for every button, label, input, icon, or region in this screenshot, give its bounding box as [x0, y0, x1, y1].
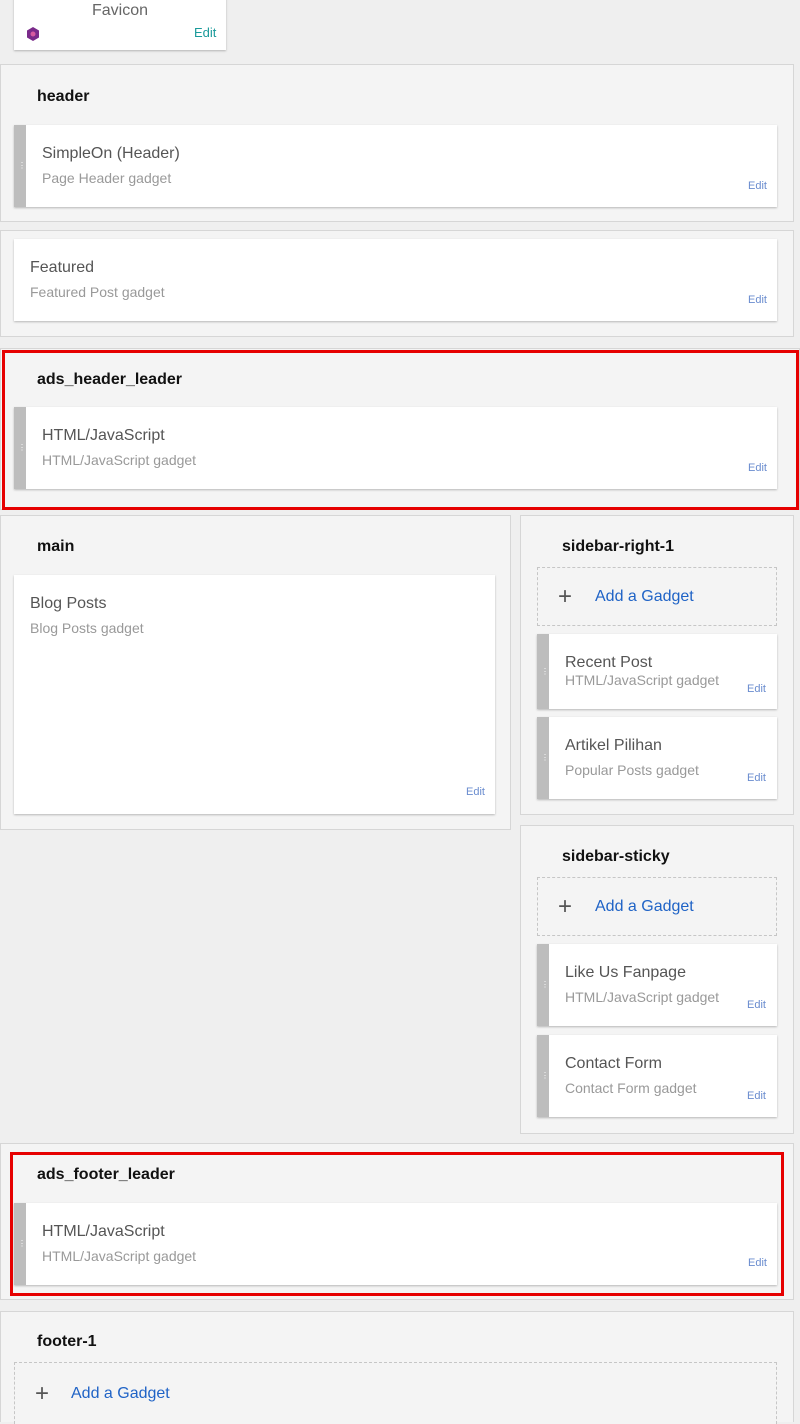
- gadget-title: Artikel Pilihan: [565, 737, 662, 754]
- edit-link[interactable]: Edit: [747, 999, 766, 1011]
- section-main: main Blog Posts Blog Posts gadget Edit: [0, 515, 511, 830]
- add-gadget-label: Add a Gadget: [71, 1384, 170, 1402]
- gadget-like-us-fanpage[interactable]: ⋮ Like Us Fanpage HTML/JavaScript gadget…: [537, 944, 777, 1026]
- gadget-subtitle: HTML/JavaScript gadget: [565, 989, 720, 1005]
- edit-link[interactable]: Edit: [747, 772, 766, 784]
- gadget-subtitle: HTML/JavaScript gadget: [42, 452, 197, 468]
- gadget-subtitle: HTML/JavaScript gadget: [565, 672, 720, 688]
- section-ads-header-leader: ads_header_leader ⋮ HTML/JavaScript HTML…: [0, 348, 800, 510]
- drag-handle-icon[interactable]: ⋮: [18, 1240, 26, 1248]
- gadget-artikel-pilihan[interactable]: ⋮ Artikel Pilihan Popular Posts gadget E…: [537, 717, 777, 799]
- section-footer-1: footer-1 + Add a Gadget: [0, 1311, 794, 1424]
- drag-handle-icon[interactable]: ⋮: [541, 754, 549, 762]
- gadget-title: Blog Posts: [30, 595, 107, 612]
- gadget-title: SimpleOn (Header): [42, 145, 180, 162]
- gadget-title: Contact Form: [565, 1055, 662, 1072]
- gadget-recent-post[interactable]: ⋮ Recent Post HTML/JavaScript gadget Edi…: [537, 634, 777, 709]
- drag-handle-icon[interactable]: ⋮: [18, 444, 26, 452]
- drag-handle-icon[interactable]: ⋮: [541, 667, 549, 675]
- section-title: main: [37, 538, 75, 555]
- gadget-title: Like Us Fanpage: [565, 964, 686, 981]
- add-gadget-label: Add a Gadget: [595, 897, 694, 915]
- gadget-subtitle: HTML/JavaScript gadget: [42, 1248, 197, 1264]
- edit-link[interactable]: Edit: [748, 462, 767, 474]
- plus-icon: +: [35, 1379, 50, 1407]
- gadget-subtitle: Featured Post gadget: [30, 284, 165, 300]
- gadget-subtitle: Blog Posts gadget: [30, 620, 144, 636]
- gadget-title: HTML/JavaScript: [42, 1223, 165, 1240]
- section-title: footer-1: [37, 1333, 97, 1350]
- gadget-subtitle: Contact Form gadget: [565, 1080, 697, 1096]
- drag-handle-icon[interactable]: ⋮: [18, 162, 26, 170]
- gadget-subtitle: Popular Posts gadget: [565, 762, 699, 778]
- favicon-card: Favicon Edit: [14, 0, 226, 50]
- edit-link[interactable]: Edit: [748, 180, 767, 192]
- gadget-ads-header[interactable]: ⋮ HTML/JavaScript HTML/JavaScript gadget…: [14, 407, 777, 489]
- add-gadget-button[interactable]: + Add a Gadget: [537, 567, 777, 626]
- gadget-title: Featured: [30, 259, 95, 276]
- edit-link[interactable]: Edit: [748, 294, 767, 306]
- gadget-subtitle: Page Header gadget: [42, 170, 172, 186]
- gadget-title: Recent Post: [565, 654, 653, 671]
- gadget-ads-footer[interactable]: ⋮ HTML/JavaScript HTML/JavaScript gadget…: [14, 1203, 777, 1285]
- gadget-title: HTML/JavaScript: [42, 427, 165, 444]
- gadget-header[interactable]: ⋮ SimpleOn (Header) Page Header gadget E…: [14, 125, 777, 207]
- section-title: sidebar-right-1: [562, 538, 675, 555]
- section-title: ads_header_leader: [37, 371, 182, 388]
- add-gadget-button[interactable]: + Add a Gadget: [14, 1362, 777, 1424]
- gadget-contact-form[interactable]: ⋮ Contact Form Contact Form gadget Edit: [537, 1035, 777, 1117]
- section-title: ads_footer_leader: [37, 1166, 175, 1183]
- plus-icon: +: [558, 582, 573, 610]
- section-sidebar-sticky: sidebar-sticky + Add a Gadget ⋮ Like Us …: [520, 825, 794, 1134]
- gadget-blog-posts[interactable]: Blog Posts Blog Posts gadget Edit: [14, 575, 495, 814]
- section-title: sidebar-sticky: [562, 848, 670, 865]
- drag-handle-icon[interactable]: ⋮: [541, 1072, 549, 1080]
- drag-handle-icon[interactable]: ⋮: [541, 981, 549, 989]
- favicon-icon: [26, 27, 40, 41]
- section-ads-footer-leader: ads_footer_leader ⋮ HTML/JavaScript HTML…: [0, 1143, 794, 1300]
- gadget-featured[interactable]: Featured Featured Post gadget Edit: [14, 239, 777, 321]
- section-featured: Featured Featured Post gadget Edit: [0, 230, 794, 337]
- plus-icon: +: [558, 892, 573, 920]
- favicon-title: Favicon: [92, 2, 149, 19]
- edit-link[interactable]: Edit: [747, 683, 766, 695]
- add-gadget-button[interactable]: + Add a Gadget: [537, 877, 777, 936]
- add-gadget-label: Add a Gadget: [595, 587, 694, 605]
- edit-link[interactable]: Edit: [748, 1257, 767, 1269]
- section-header: header ⋮ SimpleOn (Header) Page Header g…: [0, 64, 794, 222]
- favicon-edit-link[interactable]: Edit: [194, 25, 216, 40]
- edit-link[interactable]: Edit: [466, 786, 485, 798]
- edit-link[interactable]: Edit: [747, 1090, 766, 1102]
- section-title: header: [37, 88, 90, 105]
- section-sidebar-right-1: sidebar-right-1 + Add a Gadget ⋮ Recent …: [520, 515, 794, 815]
